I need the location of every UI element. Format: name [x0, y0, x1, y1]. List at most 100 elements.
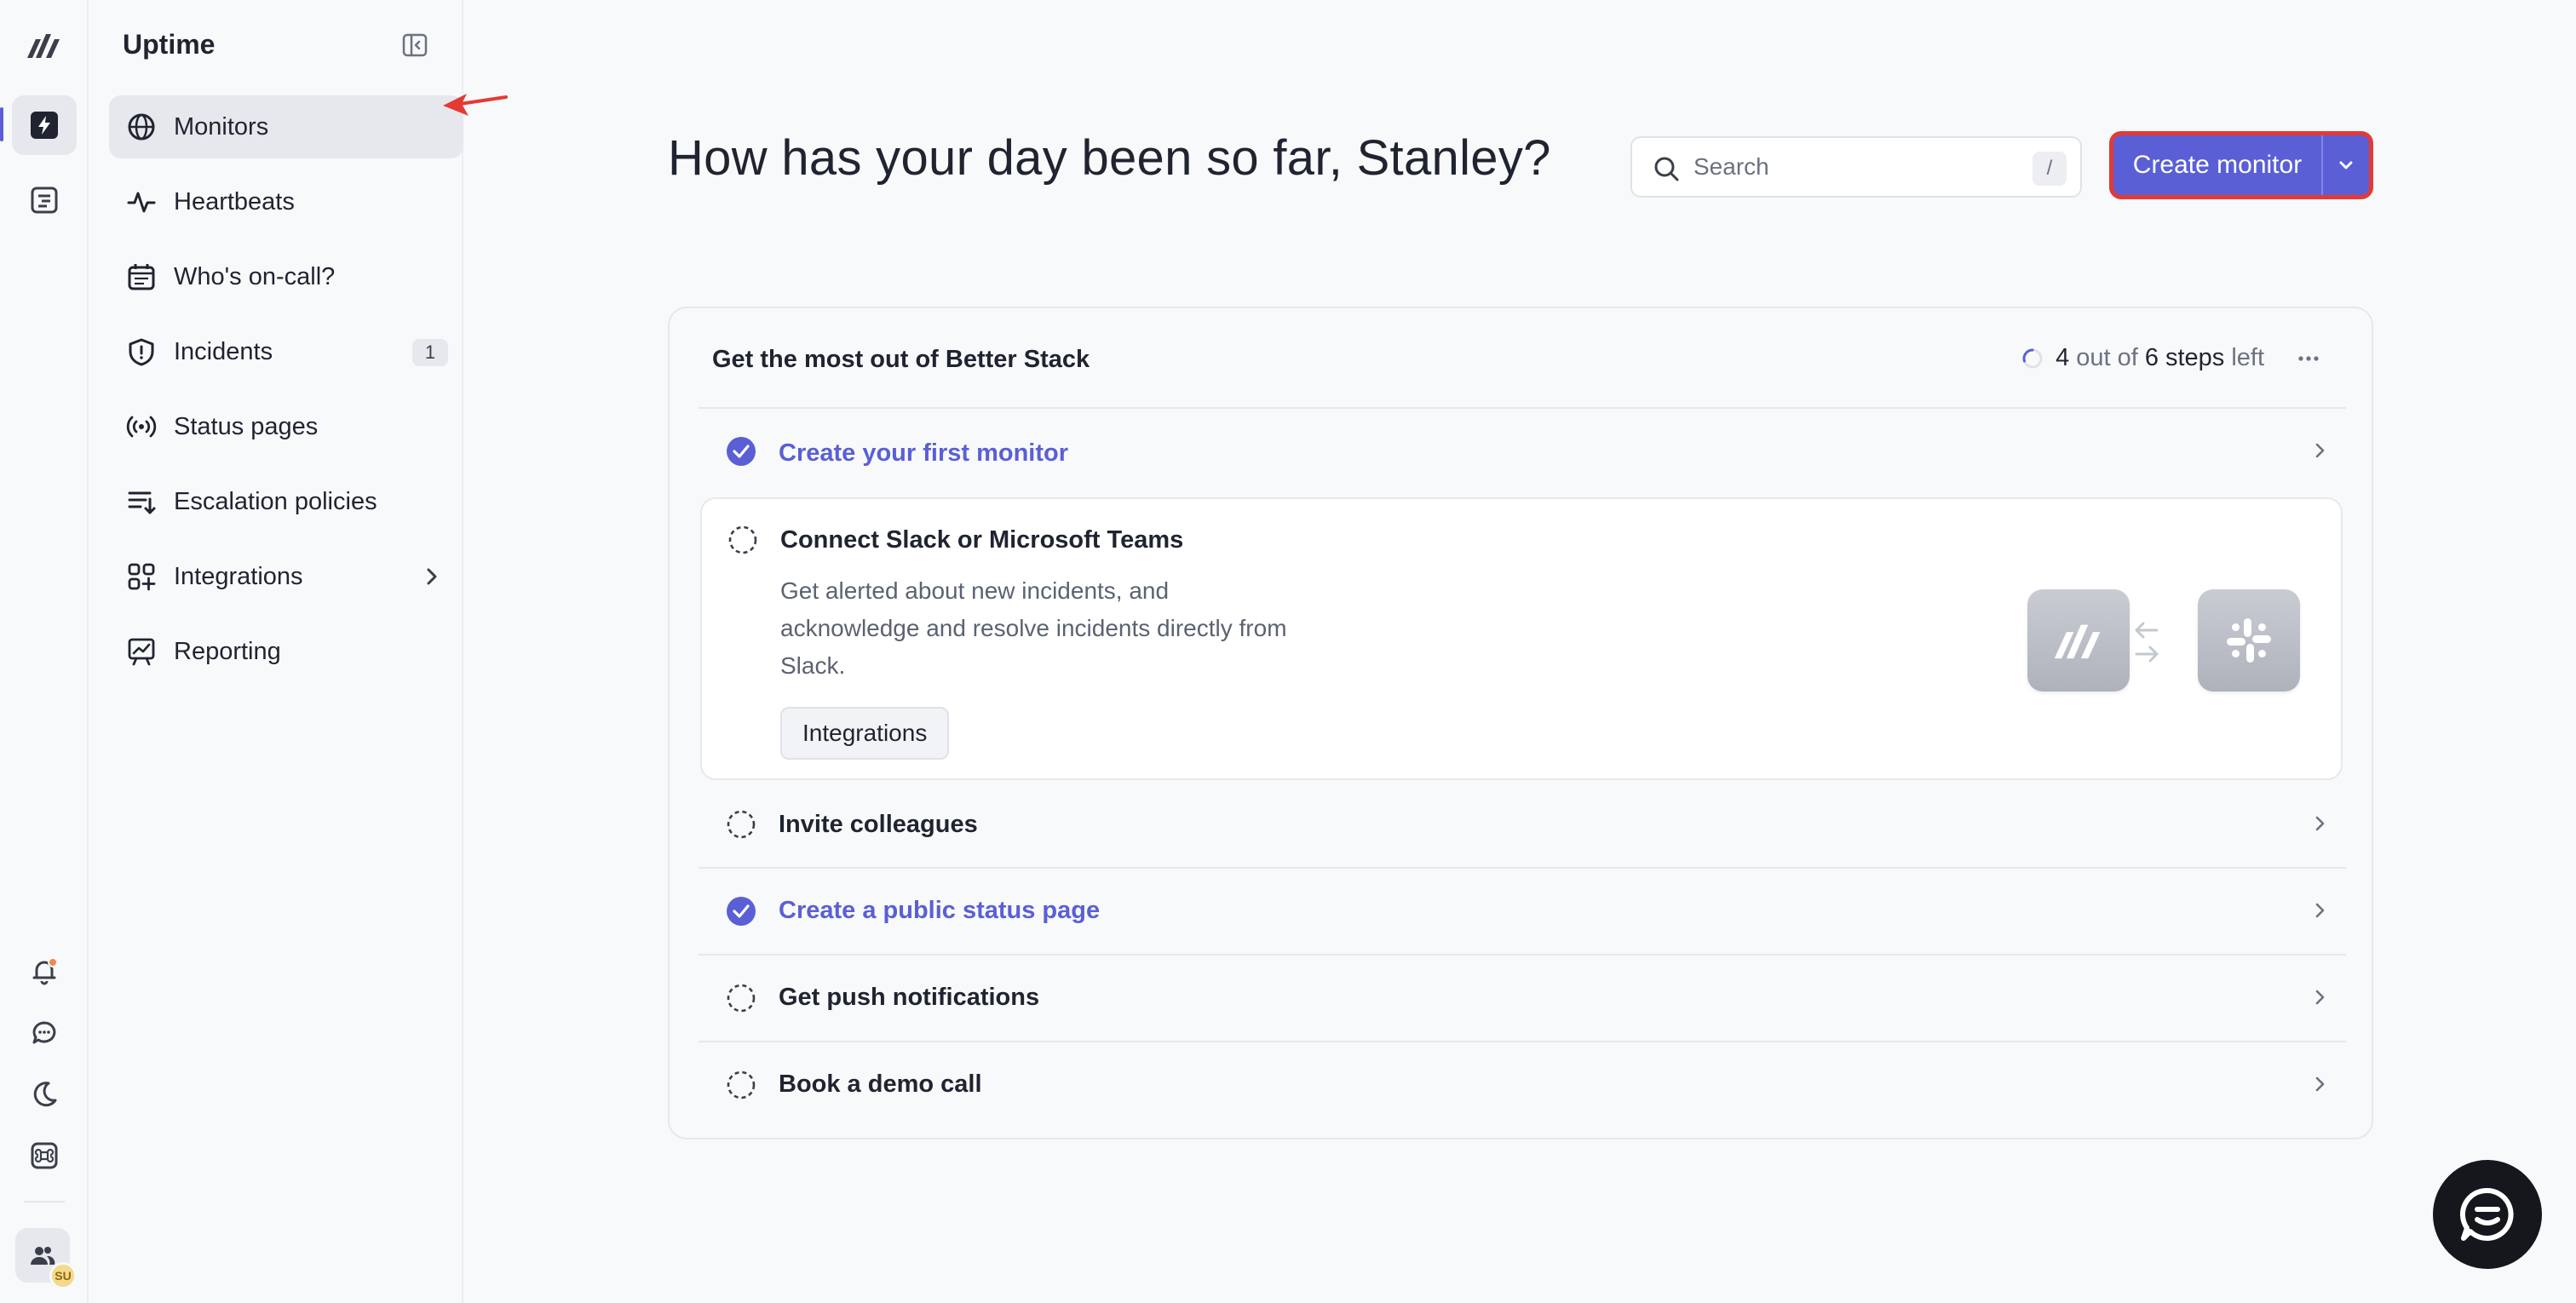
step-row-status-page[interactable]: Create a public status page	[699, 867, 2346, 952]
sidebar-item-monitors[interactable]: Monitors	[109, 95, 463, 158]
chevron-right-icon	[2315, 443, 2325, 458]
command-palette-button[interactable]	[12, 1126, 77, 1185]
dashed-circle-icon	[727, 810, 756, 839]
sidebar-item-on-call[interactable]: Who's on-call?	[109, 245, 463, 308]
step-label: Create your first monitor	[779, 439, 1068, 467]
sidebar-item-label: Incidents	[174, 337, 273, 365]
sidebar-nav: Monitors Heartbeats Who's on-call? Incid…	[109, 95, 463, 695]
sidebar-item-status-pages[interactable]: Status pages	[109, 395, 463, 458]
chevron-right-icon	[421, 565, 443, 588]
logo-icon	[27, 34, 60, 58]
search-icon	[1654, 157, 1679, 181]
support-chat-button[interactable]	[2433, 1160, 2542, 1269]
create-monitor-group: Create monitor	[2109, 131, 2373, 199]
moon-icon	[33, 1082, 57, 1107]
annotation-arrow-icon	[443, 94, 508, 116]
better-stack-logo-icon	[2054, 624, 2101, 659]
create-monitor-button[interactable]: Create monitor	[2113, 135, 2321, 195]
sidebar-item-label: Integrations	[174, 562, 303, 590]
dashed-circle-icon	[728, 525, 757, 554]
step-row-create-monitor[interactable]: Create your first monitor	[699, 407, 2346, 497]
notifications-button[interactable]	[12, 942, 77, 1002]
check-circle-icon	[727, 437, 756, 466]
chevron-right-icon	[2315, 990, 2325, 1005]
step-row-demo-call[interactable]: Book a demo call	[699, 1041, 2346, 1126]
globe-icon	[126, 112, 157, 142]
support-chat-icon	[2459, 1187, 2514, 1241]
progress-done-count: 4	[2056, 344, 2070, 371]
step-row-invite-colleagues[interactable]: Invite colleagues	[699, 782, 2346, 867]
icon-rail: SU	[0, 0, 89, 1303]
integrations-icon	[126, 561, 157, 592]
progress-suffix: left	[2231, 344, 2264, 371]
sidebar-item-label: Reporting	[174, 637, 281, 665]
calendar-icon	[126, 261, 157, 292]
sidebar-item-integrations[interactable]: Integrations	[109, 545, 463, 608]
chevron-right-icon	[2315, 903, 2325, 918]
step-description: Get alerted about new incidents, and ack…	[780, 577, 1287, 679]
sidebar-title: Uptime	[123, 29, 216, 60]
users-icon	[31, 1247, 55, 1265]
sidebar: Uptime Monitors Heartbeats Who's on-call…	[89, 0, 463, 1303]
sidebar-item-heartbeats[interactable]: Heartbeats	[109, 170, 463, 233]
chevron-right-icon	[2315, 816, 2325, 831]
rail-divider	[24, 1201, 65, 1203]
onboarding-card: Get the most out of Better Stack 4 out o…	[668, 307, 2373, 1139]
rail-uptime-button[interactable]	[12, 95, 77, 155]
dashed-circle-icon	[727, 1071, 756, 1099]
chevron-down-icon	[2339, 161, 2353, 169]
chart-board-icon	[126, 636, 157, 667]
step-label: Invite colleagues	[779, 810, 978, 838]
user-initials-badge: SU	[49, 1262, 77, 1289]
collapse-sidebar-button[interactable]	[402, 32, 428, 58]
sidebar-item-incidents[interactable]: Incidents 1	[109, 320, 463, 383]
step-label: Get push notifications	[779, 983, 1040, 1011]
command-icon	[31, 1142, 58, 1169]
more-options-button[interactable]	[2293, 346, 2324, 371]
step-label: Connect Slack or Microsoft Teams	[780, 526, 1184, 554]
shield-icon	[126, 336, 157, 367]
ellipsis-icon	[2298, 356, 2319, 361]
sidebar-item-label: Who's on-call?	[174, 262, 336, 290]
dark-mode-button[interactable]	[12, 1065, 77, 1124]
pulse-icon	[126, 187, 157, 217]
step-row-push-notifications[interactable]: Get push notifications	[699, 954, 2346, 1039]
broadcast-icon	[126, 411, 157, 442]
sidebar-item-reporting[interactable]: Reporting	[109, 620, 463, 683]
sidebar-item-escalation-policies[interactable]: Escalation policies	[109, 470, 463, 533]
sidebar-item-label: Heartbeats	[174, 187, 295, 215]
escalation-icon	[126, 486, 157, 517]
page-greeting: How has your day been so far, Stanley?	[668, 130, 1551, 186]
step-expanded-connect-slack: Connect Slack or Microsoft Teams Get ale…	[700, 497, 2343, 780]
active-marker	[0, 107, 3, 141]
swap-arrows-icon	[2135, 622, 2159, 663]
dashed-circle-icon	[727, 984, 756, 1013]
progress-total: 6 steps	[2144, 344, 2225, 371]
chevron-right-icon	[2315, 1076, 2325, 1092]
step-label: Create a public status page	[779, 896, 1101, 924]
create-monitor-dropdown[interactable]	[2321, 135, 2369, 195]
slack-tile	[2198, 589, 2300, 692]
sidebar-item-label: Monitors	[174, 112, 269, 141]
better-stack-tile	[2027, 589, 2130, 692]
chat-button[interactable]	[12, 1003, 77, 1063]
progress-ring-icon	[2022, 348, 2043, 368]
step-label: Book a demo call	[779, 1070, 982, 1098]
search-shortcut-key: /	[2033, 152, 2067, 186]
rail-logs-button[interactable]	[12, 170, 77, 230]
search-box[interactable]: /	[1630, 136, 2082, 198]
search-input[interactable]	[1693, 153, 2000, 181]
sidebar-collapse-icon	[402, 33, 428, 57]
logs-icon	[31, 187, 58, 214]
chat-bubble-icon	[32, 1021, 56, 1044]
progress-text: out of	[2076, 344, 2138, 371]
check-circle-icon	[727, 897, 756, 926]
onboarding-progress: 4 out of 6 steps left	[2021, 344, 2264, 372]
sidebar-item-label: Status pages	[174, 412, 319, 440]
better-stack-logo[interactable]	[12, 15, 77, 75]
team-avatar[interactable]: SU	[15, 1228, 77, 1289]
lightning-icon	[31, 112, 58, 139]
integrations-button[interactable]: Integrations	[780, 707, 950, 760]
sidebar-item-label: Escalation policies	[174, 487, 377, 515]
onboarding-title: Get the most out of Better Stack	[712, 346, 1090, 373]
